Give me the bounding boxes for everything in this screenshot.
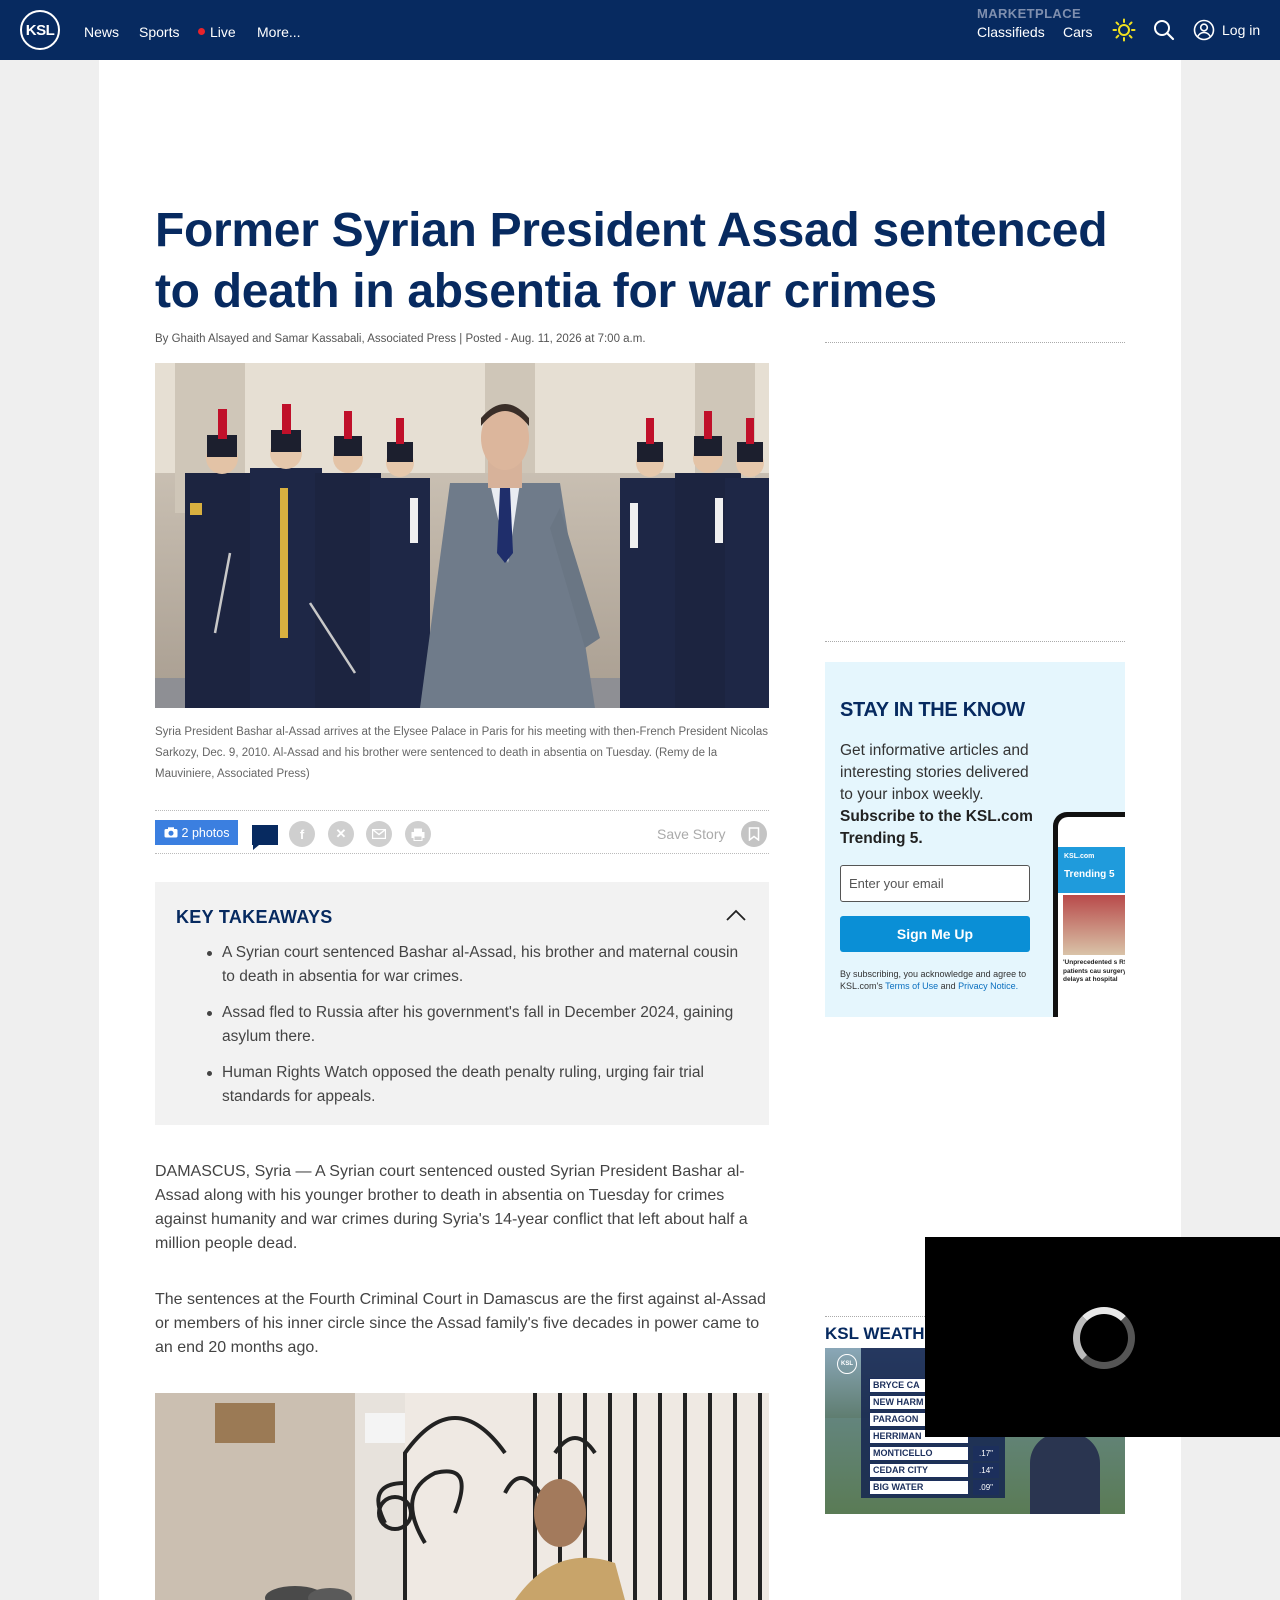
- sun-icon[interactable]: [1112, 18, 1136, 42]
- share-bar: 2 photos f ✕ Save Story: [155, 810, 769, 854]
- privacy-link[interactable]: Privacy Notice.: [958, 981, 1018, 991]
- marketplace-label: MARKETPLACE: [977, 6, 1082, 21]
- nav-link-live-label: Live: [210, 24, 236, 40]
- takeaway-item: Assad fled to Russia after his governmen…: [207, 1001, 752, 1049]
- article-photo-2[interactable]: [155, 1393, 769, 1600]
- takeaway-item: A Syrian court sentenced Bashar al-Assad…: [207, 941, 752, 989]
- sign-up-button[interactable]: Sign Me Up: [840, 916, 1030, 952]
- legal-and: and: [940, 981, 956, 991]
- x-icon[interactable]: ✕: [328, 821, 354, 847]
- hero-image[interactable]: [155, 363, 769, 708]
- chevron-up-icon[interactable]: [725, 908, 747, 922]
- email-field[interactable]: [840, 865, 1030, 902]
- article-headline: Former Syrian President Assad sentenced …: [155, 204, 1108, 318]
- takeaway-item: Human Rights Watch opposed the death pen…: [207, 1061, 752, 1109]
- ksl-weather-logo: KSL: [837, 1354, 857, 1374]
- hero-caption: Syria President Bashar al-Assad arrives …: [155, 726, 768, 780]
- newsletter-title: STAY IN THE KNOW: [840, 699, 1025, 721]
- article-byline: By Ghaith Alsayed and Samar Kassabali, A…: [155, 333, 646, 345]
- user-icon[interactable]: [1193, 19, 1215, 41]
- phone-brand: KSL.com: [1064, 853, 1095, 860]
- login-link[interactable]: Log in: [1222, 22, 1260, 38]
- phone-headline: 'Unprecedented s RSV patients cau surger…: [1063, 959, 1125, 983]
- nav-link-cars[interactable]: Cars: [1063, 24, 1093, 40]
- phone-mockup: KSL.com Trending 5 'Unprecedented s RSV …: [1053, 812, 1125, 1017]
- weather-row: BIG WATER: [869, 1480, 969, 1495]
- rail-divider: [825, 641, 1125, 642]
- save-story-label[interactable]: Save Story: [657, 826, 725, 842]
- camera-icon: [164, 827, 178, 838]
- article-paragraph: DAMASCUS, Syria — A Syrian court sentenc…: [155, 1163, 748, 1252]
- comment-icon[interactable]: [251, 823, 279, 850]
- newsletter-signup: STAY IN THE KNOW Get informative article…: [825, 662, 1125, 1017]
- nav-link-sports[interactable]: Sports: [139, 24, 179, 40]
- weather-value: .09": [973, 1480, 999, 1495]
- photos-label: 2 photos: [181, 825, 230, 840]
- search-icon[interactable]: [1153, 19, 1175, 41]
- newsletter-description: Get informative articles and interesting…: [840, 742, 1029, 803]
- weather-row: CEDAR CITY: [869, 1463, 969, 1478]
- top-nav: KSL News Sports Live More... MARKETPLACE…: [0, 0, 1280, 60]
- facebook-icon[interactable]: f: [289, 821, 315, 847]
- weather-title: KSL WEATH: [825, 1324, 925, 1343]
- loading-spinner-icon: [1073, 1307, 1135, 1369]
- photos-button[interactable]: 2 photos: [155, 820, 238, 845]
- newsletter-text: Get informative articles and interesting…: [840, 740, 1040, 850]
- email-icon[interactable]: [366, 821, 392, 847]
- newsletter-legal: By subscribing, you acknowledge and agre…: [840, 968, 1030, 992]
- nav-link-more[interactable]: More...: [257, 24, 301, 40]
- rail-divider: [825, 342, 1125, 343]
- nav-link-classifieds[interactable]: Classifieds: [977, 24, 1045, 40]
- takeaways-title: KEY TAKEAWAYS: [176, 907, 333, 927]
- weather-row: MONTICELLO: [869, 1446, 969, 1461]
- nav-link-live[interactable]: Live: [198, 24, 236, 40]
- video-player[interactable]: [925, 1237, 1280, 1437]
- article-paragraph: The sentences at the Fourth Criminal Cou…: [155, 1291, 766, 1356]
- nav-link-news[interactable]: News: [84, 24, 119, 40]
- weather-value: .17": [973, 1446, 999, 1461]
- key-takeaways: KEY TAKEAWAYS A Syrian court sentenced B…: [155, 882, 769, 1125]
- live-dot-icon: [198, 28, 205, 35]
- terms-link[interactable]: Terms of Use: [885, 981, 938, 991]
- print-icon[interactable]: [405, 821, 431, 847]
- ksl-logo[interactable]: KSL: [20, 10, 60, 50]
- newsletter-subscribe-line: Subscribe to the KSL.com Trending 5.: [840, 808, 1033, 847]
- phone-title: Trending 5: [1064, 869, 1115, 880]
- weather-value: .14": [973, 1463, 999, 1478]
- bookmark-icon[interactable]: [741, 821, 767, 847]
- takeaways-list: A Syrian court sentenced Bashar al-Assad…: [207, 941, 752, 1121]
